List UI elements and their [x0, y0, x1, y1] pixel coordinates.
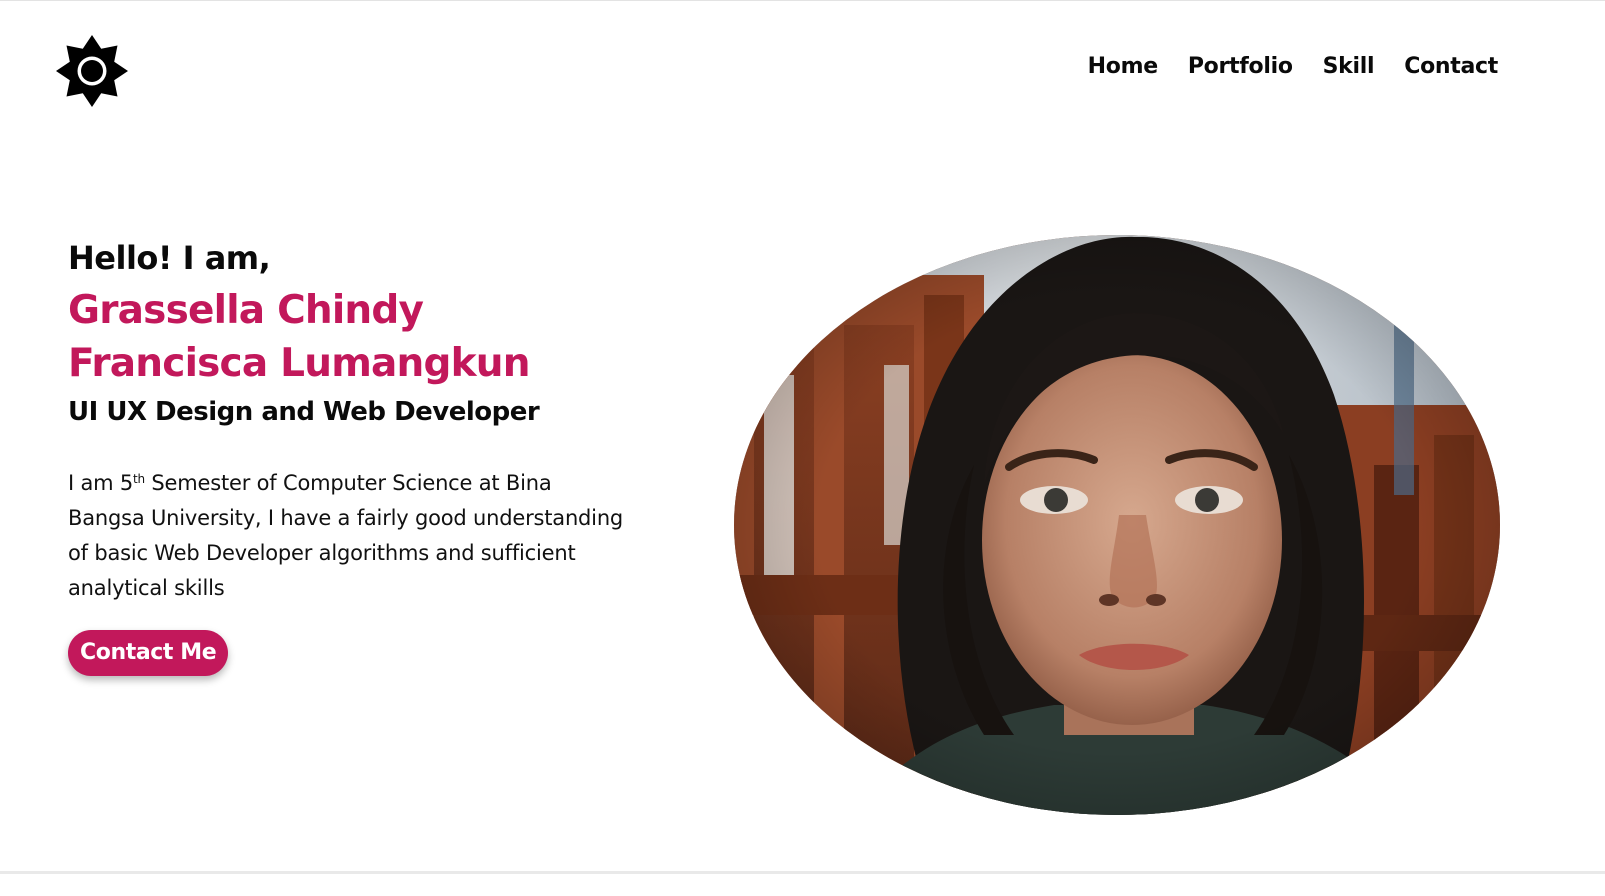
greeting-heading: Hello! I am,: [68, 239, 271, 277]
nav-portfolio[interactable]: Portfolio: [1188, 54, 1293, 79]
nav-home[interactable]: Home: [1088, 54, 1158, 79]
hero-intro: Hello! I am, Grassella Chindy Francisca …: [68, 236, 668, 676]
contact-me-button[interactable]: Contact Me: [68, 630, 229, 676]
bio-text-2: Semester of Computer Science at Bina Ban…: [68, 471, 624, 600]
bio-paragraph: I am 5th Semester of Computer Science at…: [68, 466, 628, 606]
name-line-1: Grassella Chindy: [68, 288, 424, 333]
profile-photo: [734, 235, 1500, 815]
bio-superscript: th: [133, 472, 145, 486]
role-heading: UI UX Design and Web Developer: [68, 397, 540, 427]
bottom-divider: [0, 871, 1605, 874]
nav-contact[interactable]: Contact: [1404, 54, 1498, 79]
main-nav: Home Portfolio Skill Contact: [1088, 54, 1499, 79]
top-divider: [0, 0, 1605, 1]
sun-gear-icon[interactable]: [55, 34, 129, 108]
name-line-2: Francisca Lumangkun: [68, 341, 531, 386]
name-heading: Grassella Chindy Francisca Lumangkun: [68, 284, 668, 390]
nav-skill[interactable]: Skill: [1323, 54, 1375, 79]
bio-text-1: I am 5: [68, 471, 134, 495]
